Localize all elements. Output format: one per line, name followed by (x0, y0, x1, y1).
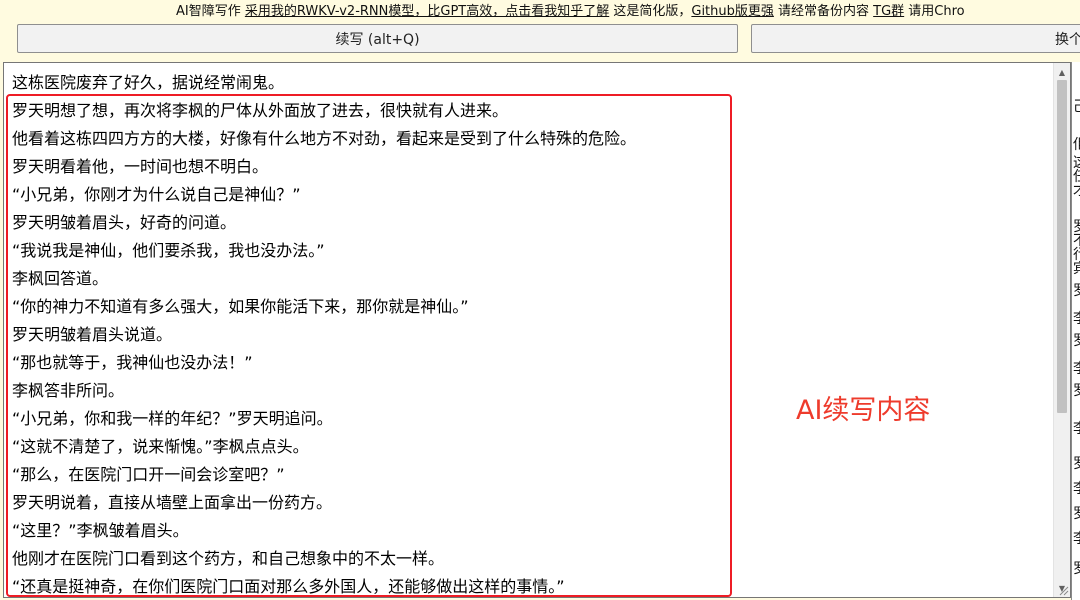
swap-button[interactable]: 换个 (751, 24, 1080, 53)
editor-line: “我说我是神仙，他们要杀我，我也没办法。” (12, 241, 325, 260)
editor-line: 他看着这栋四四方方的大楼，好像有什么地方不对劲，看起来是受到了什么特殊的危险。 (12, 129, 637, 148)
editor-line: “还真是挺神奇，在你们医院门口面对那么多外国人，还能够做出这样的事情。” (12, 577, 565, 596)
resize-grip-icon[interactable] (1055, 582, 1069, 596)
editor-line: 罗天明说着，直接从墙壁上面拿出一份药方。 (12, 493, 333, 512)
app-page: AI智障写作 采用我的RWKV-v2-RNN模型，比GPT高效，点击看我知乎了解… (0, 0, 1080, 600)
simplified-version-text: 这是简化版， (609, 4, 692, 19)
side-panel-glyph: 这 (1073, 156, 1080, 170)
editor-line: 罗天明皱着眉头，好奇的问道。 (12, 213, 237, 232)
editor-line: 李枫回答道。 (12, 269, 109, 288)
side-panel-glyph: 宾 (1073, 262, 1080, 276)
scrollbar-thumb[interactable] (1057, 80, 1067, 413)
side-panel-glyph: 任 (1073, 170, 1080, 184)
side-panel-glyph: 罗 (1073, 457, 1080, 471)
side-panel-glyph: 李 (1073, 312, 1080, 326)
side-panel-glyph: 行 (1073, 248, 1080, 262)
scroll-up-arrow-icon[interactable]: ▲ (1054, 64, 1070, 80)
app-title-text: AI智障写作 (176, 4, 245, 19)
github-link[interactable]: Github版更强 (691, 4, 774, 19)
editor-line: “小兄弟，你刚才为什么说自己是神仙？” (12, 185, 301, 204)
editor-line: 他刚才在医院门口看到这个药方，和自己想象中的不太一样。 (12, 549, 445, 568)
side-panel-glyph: 罗 (1073, 384, 1080, 398)
editor-line: “这就不清楚了，说来惭愧。”李枫点点头。 (12, 437, 309, 456)
story-editor-textarea[interactable]: 这栋医院废弃了好久，据说经常闹鬼。罗天明想了想，再次将李枫的尸体从外面放了进去，… (3, 62, 1071, 598)
top-info-bar: AI智障写作 采用我的RWKV-v2-RNN模型，比GPT高效，点击看我知乎了解… (176, 3, 965, 20)
browser-hint-text: 请用Chro (904, 4, 965, 19)
side-panel-glyph: 罗 (1073, 220, 1080, 234)
editor-line: 罗天明皱着眉头说道。 (12, 325, 173, 344)
editor-line: “你的神力不知道有多么强大，如果你能活下来，那你就是神仙。” (12, 297, 469, 316)
side-panel-glyph: 才 (1073, 184, 1080, 198)
ai-content-annotation-label: AI续写内容 (796, 395, 931, 426)
side-panel-glyph: 李 (1073, 362, 1080, 376)
editor-scrollbar[interactable]: ▲ ▼ (1053, 63, 1070, 597)
side-panel-glyph: 李 (1073, 482, 1080, 496)
editor-line: “那也就等于，我神仙也没办法！” (12, 353, 253, 372)
telegram-group-link[interactable]: TG群 (873, 4, 904, 19)
editor-line: 这栋医院废弃了好久，据说经常闹鬼。 (12, 73, 285, 92)
editor-line: “这里？”李枫皱着眉头。 (12, 521, 189, 540)
side-panel-glyph: 李 (1073, 532, 1080, 546)
side-panel-glyph: 李 (1073, 422, 1080, 436)
side-panel-glyph: 罗 (1073, 334, 1080, 348)
continue-writing-button[interactable]: 续写 (alt+Q) (17, 24, 738, 53)
editor-line: 罗天明想了想，再次将李枫的尸体从外面放了进去，很快就有人进来。 (12, 101, 509, 120)
editor-line: 罗天明看着他，一时间也想不明白。 (12, 157, 269, 176)
side-panel-glyph: 不 (1073, 234, 1080, 248)
side-panel-glyph: 罗 (1073, 562, 1080, 576)
side-text-panel[interactable]: 己佢这任才罗不行宾罗李罗李罗李罗李罗李罗 (1071, 62, 1080, 600)
editor-text-content: 这栋医院废弃了好久，据说经常闹鬼。罗天明想了想，再次将李枫的尸体从外面放了进去，… (12, 69, 1052, 597)
model-info-link[interactable]: 采用我的RWKV-v2-RNN模型，比GPT高效，点击看我知乎了解 (245, 4, 609, 19)
side-panel-glyph: 罗 (1073, 284, 1080, 298)
side-panel-glyph: 己 (1073, 100, 1080, 114)
backup-reminder-text: 请经常备份内容 (773, 4, 874, 19)
side-panel-glyph: 罗 (1073, 507, 1080, 521)
editor-line: “那么，在医院门口开一间会诊室吧？” (12, 465, 285, 484)
side-panel-glyph: 佢 (1073, 138, 1080, 152)
